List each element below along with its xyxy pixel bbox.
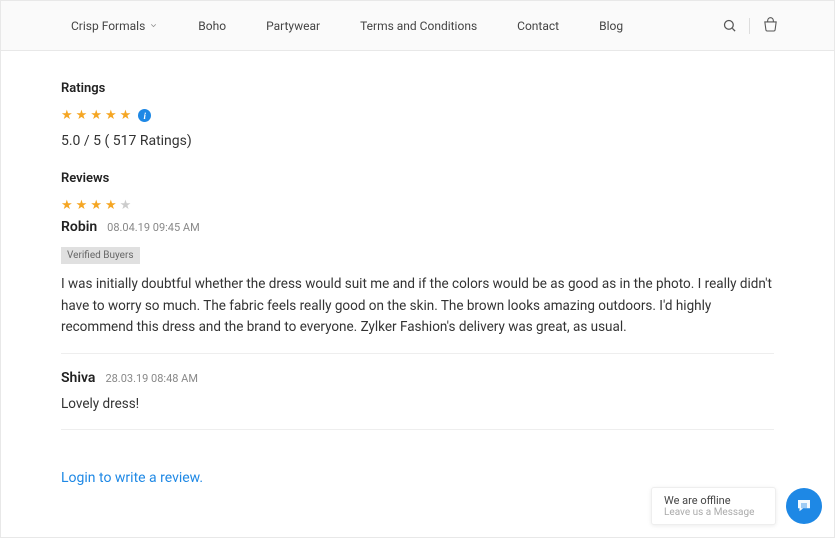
star-icon: ★ [105,108,117,123]
info-icon[interactable]: i [138,109,151,122]
review-date: 08.04.19 09:45 AM [107,221,200,234]
review-stars: ★ ★ ★ ★ ★ [61,198,774,213]
star-icon: ★ [76,108,88,123]
star-icon: ★ [61,108,73,123]
ratings-heading: Ratings [61,81,774,96]
overall-stars: ★ ★ ★ ★ ★ i [61,108,774,123]
nav-label: Crisp Formals [71,19,145,33]
nav-boho[interactable]: Boho [198,19,226,33]
chat-widget: We are offline Leave us a Message [651,487,822,525]
rating-summary: 5.0 / 5 ( 517 Ratings) [61,133,774,149]
star-icon: ★ [105,198,117,213]
login-link[interactable]: Login to write a review. [61,470,203,486]
nav-links: Crisp Formals Boho Partywear Terms and C… [71,19,623,33]
star-icon: ★ [120,108,132,123]
star-empty-icon: ★ [120,198,132,213]
top-navbar: Crisp Formals Boho Partywear Terms and C… [1,1,834,51]
nav-actions [722,17,779,34]
nav-terms[interactable]: Terms and Conditions [360,19,477,33]
star-icon: ★ [90,198,102,213]
review-header: Shiva 28.03.19 08:48 AM [61,370,774,386]
divider [749,18,750,34]
nav-blog[interactable]: Blog [599,19,623,33]
chat-title: We are offline [664,494,763,507]
chat-bubble-button[interactable] [786,488,822,524]
review-body: Lovely dress! [61,394,774,416]
review-header: Robin 08.04.19 09:45 AM [61,219,774,235]
review-item: Shiva 28.03.19 08:48 AM Lovely dress! [61,370,774,431]
chevron-down-icon [149,19,158,33]
main-content: Ratings ★ ★ ★ ★ ★ i 5.0 / 5 ( 517 Rating… [1,51,834,506]
star-icon: ★ [90,108,102,123]
review-item: ★ ★ ★ ★ ★ Robin 08.04.19 09:45 AM Verifi… [61,198,774,354]
review-author: Robin [61,219,97,235]
nav-crisp-formals[interactable]: Crisp Formals [71,19,158,33]
verified-badge: Verified Buyers [61,247,140,264]
star-icon: ★ [76,198,88,213]
review-body: I was initially doubtful whether the dre… [61,274,774,339]
chat-status-box[interactable]: We are offline Leave us a Message [651,487,776,525]
search-icon[interactable] [722,18,737,33]
nav-partywear[interactable]: Partywear [266,19,320,33]
nav-contact[interactable]: Contact [517,19,559,33]
review-date: 28.03.19 08:48 AM [105,372,198,385]
cart-icon[interactable] [762,17,779,34]
review-author: Shiva [61,370,95,386]
reviews-heading: Reviews [61,171,774,186]
star-icon: ★ [61,198,73,213]
chat-icon [795,497,813,515]
chat-subtitle: Leave us a Message [664,507,763,518]
